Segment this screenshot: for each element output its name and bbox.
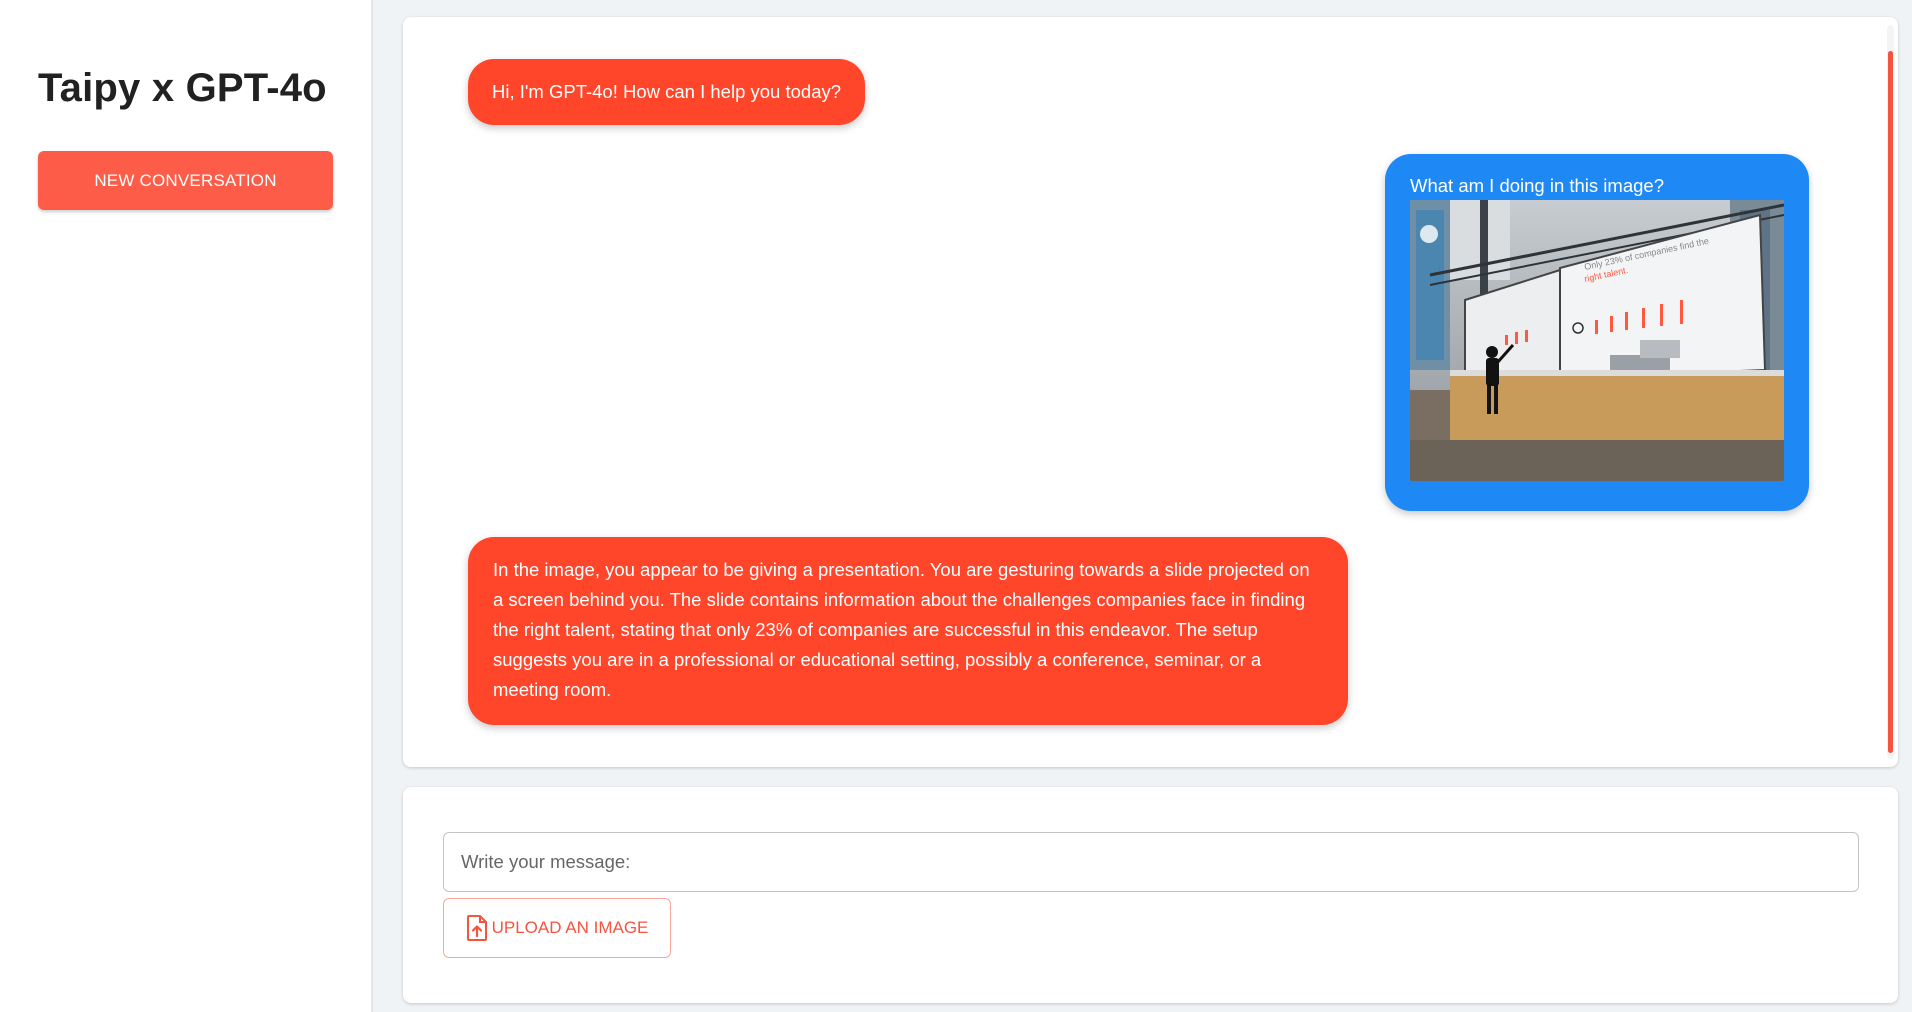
file-upload-icon [466, 915, 488, 941]
assistant-message: In the image, you appear to be giving a … [468, 537, 1348, 725]
upload-image-button[interactable]: UPLOAD AN IMAGE [443, 898, 671, 958]
presentation-photo: Only 23% of companies find the right tal… [1410, 200, 1784, 481]
input-panel: UPLOAD AN IMAGE [403, 787, 1898, 1003]
new-conversation-button[interactable]: NEW CONVERSATION [38, 151, 333, 210]
user-message: What am I doing in this image? Only 23% … [1385, 154, 1809, 511]
user-message-text: What am I doing in this image? [1410, 175, 1664, 196]
sidebar: Taipy x GPT-4o NEW CONVERSATION [0, 0, 373, 1012]
upload-image-label: UPLOAD AN IMAGE [491, 918, 649, 937]
chat-scrollbar[interactable] [1887, 25, 1894, 759]
app-title: Taipy x GPT-4o [38, 66, 327, 110]
message-input[interactable] [443, 832, 1859, 892]
chat-panel: Hi, I'm GPT-4o! How can I help you today… [403, 17, 1898, 767]
assistant-message: Hi, I'm GPT-4o! How can I help you today… [468, 59, 866, 125]
chat-scroll-thumb[interactable] [1888, 51, 1893, 753]
